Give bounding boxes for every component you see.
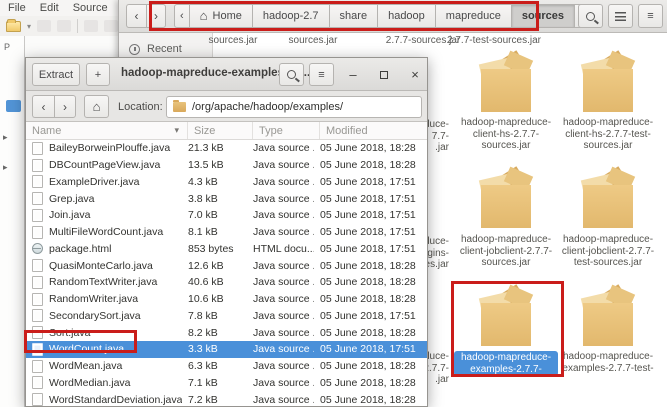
save-icon[interactable] bbox=[37, 20, 52, 32]
forward-button[interactable]: › bbox=[54, 95, 76, 118]
icon-label[interactable]: hadoop-mapreduce-client-jobclient-2.7.7-… bbox=[451, 234, 561, 269]
minimize-button[interactable]: – bbox=[341, 63, 365, 86]
java-file-icon bbox=[32, 376, 43, 390]
dropdown-caret-icon[interactable]: ▾ bbox=[27, 22, 31, 31]
java-file-icon bbox=[32, 225, 43, 239]
jar-package-icon[interactable] bbox=[478, 50, 534, 114]
folder-icon bbox=[173, 100, 186, 112]
toolbar-separator bbox=[77, 19, 79, 33]
file-list: BaileyBorweinPlouffe.java 21.3 kB Java sou… bbox=[26, 140, 427, 407]
java-file-icon bbox=[32, 192, 43, 206]
archive-manager-window: Extract + hadoop-mapreduce-examples-2.7.… bbox=[25, 57, 428, 407]
java-file-icon bbox=[32, 208, 43, 222]
java-file-icon bbox=[32, 393, 43, 407]
jar-package-icon[interactable] bbox=[580, 284, 636, 348]
new-file-icon[interactable] bbox=[6, 18, 21, 32]
maximize-button[interactable] bbox=[372, 63, 396, 86]
location-path: /org/apache/hadoop/examples/ bbox=[192, 101, 344, 113]
list-view-icon bbox=[615, 11, 626, 21]
table-row[interactable]: WordMean.java6.3 kBJava source ...05 Jun… bbox=[26, 358, 427, 375]
table-row[interactable]: RandomTextWriter.java 40.6 kB Java source … bbox=[26, 274, 427, 291]
ide-menu-file[interactable]: File bbox=[8, 2, 26, 16]
run-icon[interactable] bbox=[104, 20, 119, 32]
java-file-icon bbox=[32, 259, 43, 273]
sort-desc-icon: ▾ bbox=[174, 125, 179, 135]
table-row[interactable]: BaileyBorweinPlouffe.java 21.3 kB Java sou… bbox=[26, 140, 427, 157]
location-input[interactable]: /org/apache/hadoop/examples/ bbox=[166, 96, 422, 118]
icon-label-partial[interactable]: sources.jar bbox=[209, 35, 258, 46]
explorer-selected-item[interactable] bbox=[6, 100, 21, 112]
app-menu-button[interactable]: ≡ bbox=[638, 4, 663, 28]
archive-search-button[interactable] bbox=[279, 63, 304, 86]
column-header-modified[interactable]: Modified bbox=[320, 122, 427, 139]
explorer-tab-label[interactable]: P bbox=[4, 42, 10, 52]
debug-icon[interactable] bbox=[84, 20, 99, 32]
html-file-icon bbox=[32, 243, 43, 255]
java-file-icon bbox=[32, 359, 43, 373]
ide-menu-source[interactable]: Source bbox=[73, 2, 108, 16]
table-row[interactable]: ExampleDriver.java4.3 kBJava source ...0… bbox=[26, 174, 427, 191]
location-bar: ‹ › ⌂ Location: /org/apache/hadoop/examp… bbox=[26, 91, 427, 122]
view-toggle-button[interactable] bbox=[608, 4, 633, 28]
table-row[interactable]: QuasiMonteCarlo.java12.6 kBJava source .… bbox=[26, 257, 427, 274]
java-file-icon bbox=[32, 175, 43, 189]
column-headers: Name ▾ Size Type Modified bbox=[26, 122, 427, 140]
table-row[interactable]: RandomWriter.java10.6 kBJava source ...0… bbox=[26, 291, 427, 308]
table-row[interactable]: WordStandardDeviation.java 7.2 kB Java sou… bbox=[26, 391, 427, 407]
archive-headerbar: Extract + hadoop-mapreduce-examples-2.7.… bbox=[26, 58, 427, 91]
desktop: File Edit Source Refa ▾ P ▸ ▸ ‹ › ‹ ⌂ bbox=[0, 0, 667, 407]
save-all-icon[interactable] bbox=[57, 20, 72, 32]
window-title: hadoop-mapreduce-examples-2.7... bbox=[121, 67, 314, 79]
annotation-box-examples-jar bbox=[451, 281, 564, 377]
tree-expander-icon[interactable]: ▸ bbox=[3, 132, 8, 143]
add-files-button[interactable]: + bbox=[86, 63, 110, 86]
maximize-icon bbox=[380, 70, 388, 79]
jar-package-icon[interactable] bbox=[580, 50, 636, 114]
table-row[interactable]: package.html 853 bytes HTML docu... 05 June… bbox=[26, 241, 427, 258]
column-header-type[interactable]: Type bbox=[253, 122, 320, 139]
column-header-name[interactable]: Name ▾ bbox=[26, 122, 188, 139]
extract-button[interactable]: Extract bbox=[32, 63, 80, 86]
back-button[interactable]: ‹ bbox=[126, 4, 146, 28]
ide-menu-edit[interactable]: Edit bbox=[40, 2, 59, 16]
home-button[interactable]: ⌂ bbox=[84, 95, 109, 118]
location-nav-group: ‹ › bbox=[32, 95, 76, 118]
icon-label[interactable]: hadoop-mapreduce-client-hs-2.7.7-test-so… bbox=[553, 117, 663, 152]
icon-label[interactable]: hadoop-mapreduce-client-hs-2.7.7- sources… bbox=[451, 117, 561, 152]
jar-package-icon[interactable] bbox=[478, 166, 534, 230]
jar-package-icon[interactable] bbox=[580, 166, 636, 230]
archive-menu-button[interactable]: ≡ bbox=[309, 63, 334, 86]
search-icon bbox=[287, 70, 296, 79]
java-file-icon bbox=[32, 275, 43, 289]
annotation-box-breadcrumb bbox=[149, 1, 539, 31]
table-row[interactable]: MultiFileWordCount.java 8.1 kB Java source… bbox=[26, 224, 427, 241]
location-label: Location: bbox=[118, 101, 163, 113]
back-button[interactable]: ‹ bbox=[32, 95, 54, 118]
table-row[interactable]: Join.java7.0 kBJava source ...05 June 20… bbox=[26, 207, 427, 224]
icon-label[interactable]: hadoop-mapreduce-client-jobclient-2.7.7-… bbox=[553, 234, 663, 269]
close-button[interactable]: × bbox=[403, 63, 427, 86]
search-button[interactable] bbox=[578, 4, 603, 28]
icon-label[interactable]: hadoop-mapreduce-examples-2.7.7-test- bbox=[553, 351, 663, 374]
column-header-size[interactable]: Size bbox=[188, 122, 253, 139]
java-file-icon bbox=[32, 292, 43, 306]
ide-project-explorer: P ▸ ▸ bbox=[0, 36, 25, 407]
java-file-icon bbox=[32, 141, 43, 155]
recent-label: Recent bbox=[147, 43, 182, 55]
annotation-box-wordcount bbox=[24, 330, 137, 353]
java-file-icon bbox=[32, 158, 43, 172]
icon-label-partial[interactable]: sources.jar bbox=[289, 35, 338, 46]
table-row[interactable]: DBCountPageView.java13.5 kBJava source .… bbox=[26, 157, 427, 174]
sidebar-item-recent[interactable]: Recent bbox=[119, 33, 212, 55]
table-row[interactable]: SecondarySort.java7.8 kBJava source ...0… bbox=[26, 308, 427, 325]
java-file-icon bbox=[32, 309, 43, 323]
table-row[interactable]: WordMedian.java7.1 kBJava source ...05 J… bbox=[26, 375, 427, 392]
headerbar-actions: ≡ bbox=[578, 4, 663, 28]
table-row[interactable]: Grep.java3.8 kBJava source ...05 June 20… bbox=[26, 190, 427, 207]
search-icon bbox=[586, 11, 595, 21]
recent-clock-icon bbox=[129, 43, 140, 55]
icon-label-partial[interactable]: 2.7.7-test-sources.jar bbox=[447, 35, 541, 46]
tree-expander-icon[interactable]: ▸ bbox=[3, 162, 8, 173]
